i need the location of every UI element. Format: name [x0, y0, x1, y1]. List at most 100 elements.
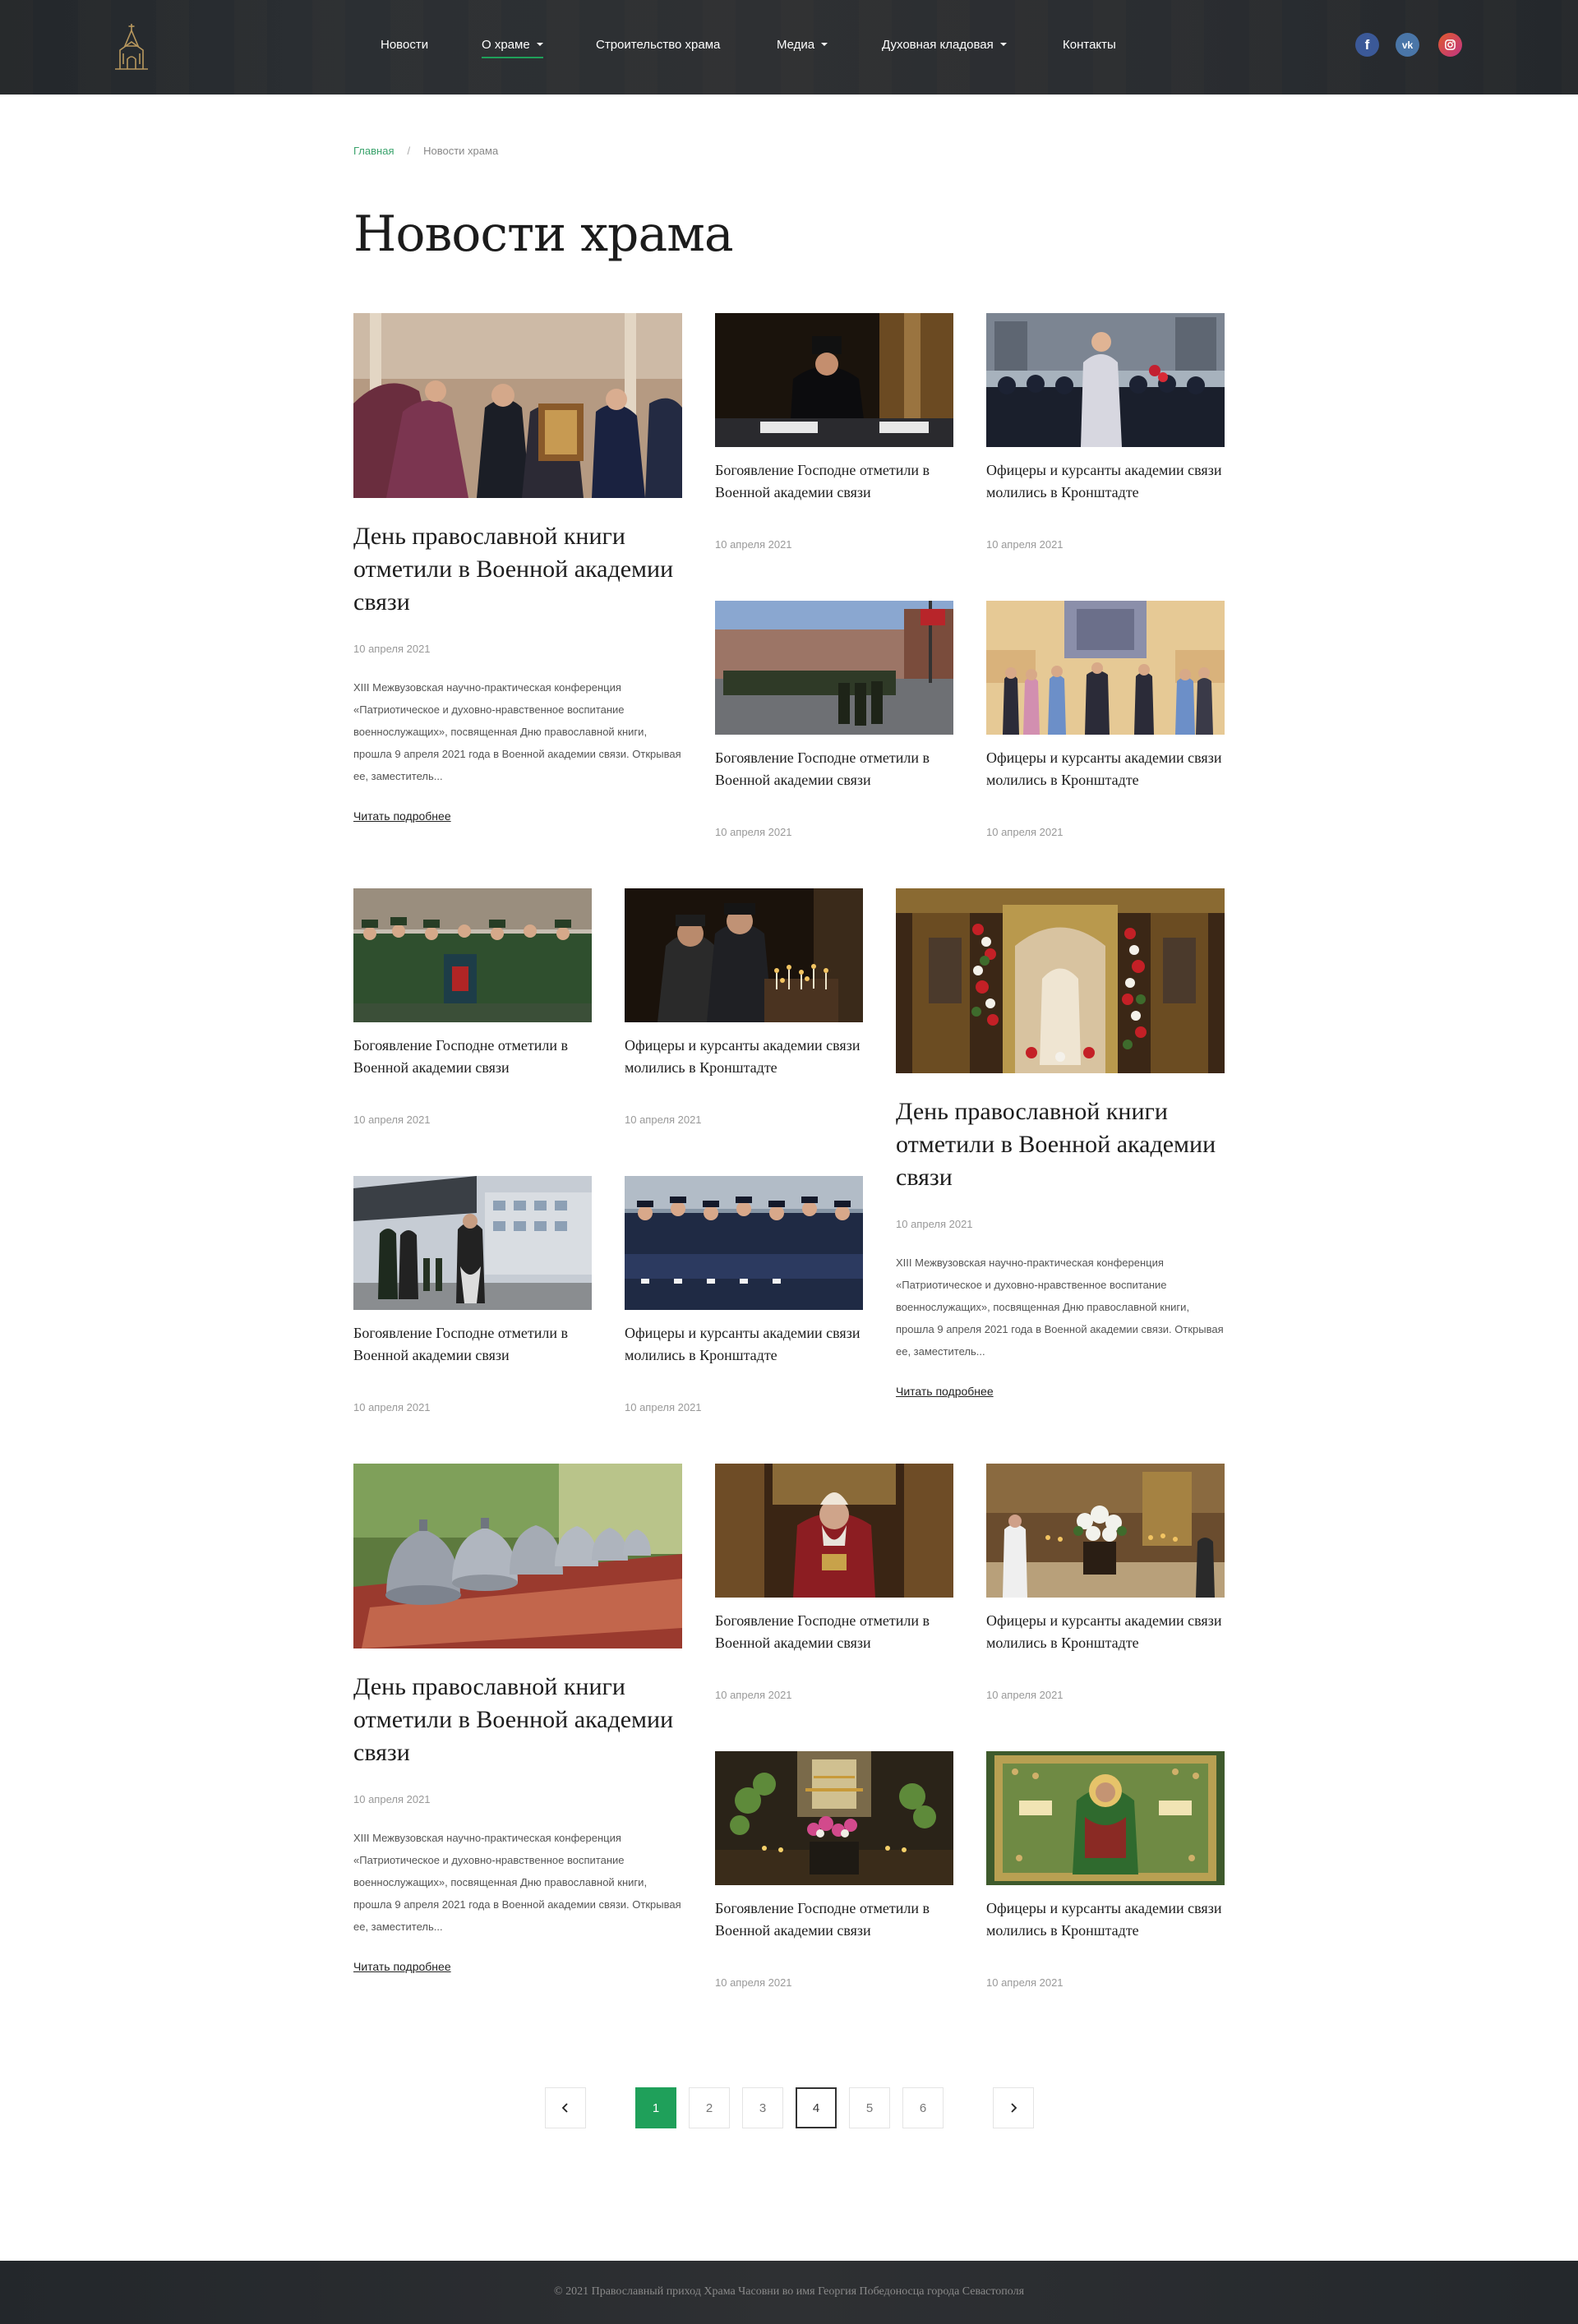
news-date: 10 апреля 2021 [715, 1689, 792, 1701]
breadcrumb-separator: / [407, 145, 411, 157]
news-photo [353, 888, 592, 1022]
news-excerpt: XIII Межвузовская научно-практическая ко… [353, 1832, 681, 1933]
news-title[interactable]: Офицеры и курсанты академии связи молили… [625, 1322, 863, 1367]
news-excerpt: XIII Межвузовская научно-практическая ко… [896, 1257, 1224, 1358]
news-date: 10 апреля 2021 [625, 1114, 702, 1126]
news-date: 10 апреля 2021 [625, 1401, 702, 1413]
pagination-page-4[interactable]: 4 [796, 2087, 837, 2128]
news-card-featured[interactable]: День православной книги отметили в Военн… [896, 888, 1225, 1406]
news-card-featured[interactable]: День православной книги отметили в Военн… [353, 1464, 682, 1981]
nav-contacts-label: Контакты [1063, 38, 1116, 52]
news-date: 10 апреля 2021 [715, 1976, 792, 1989]
news-photo [715, 601, 953, 735]
nav-news-label: Новости [381, 38, 429, 52]
pagination-page-5[interactable]: 5 [849, 2087, 890, 2128]
news-title[interactable]: Богоявление Господне отметили в Военной … [715, 1610, 953, 1654]
news-photo [986, 313, 1225, 447]
instagram-icon[interactable] [1438, 33, 1462, 57]
chevron-down-icon [536, 43, 543, 47]
news-title[interactable]: День православной книги отметили в Военн… [353, 520, 682, 619]
nav-construction[interactable]: Строительство храма [596, 38, 720, 52]
news-title[interactable]: День православной книги отметили в Военн… [896, 1095, 1225, 1194]
site-header: Новости О храме Строительство храма Меди… [0, 0, 1578, 95]
pagination-prev-button[interactable] [545, 2087, 586, 2128]
news-photo [625, 1176, 863, 1310]
news-title[interactable]: Офицеры и курсанты академии связи молили… [986, 747, 1225, 791]
news-photo [715, 313, 953, 447]
facebook-icon[interactable]: f [1355, 33, 1379, 57]
pagination-page-2[interactable]: 2 [689, 2087, 730, 2128]
news-excerpt: XIII Межвузовская научно-практическая ко… [353, 681, 681, 782]
nav-media[interactable]: Медиа [777, 38, 828, 52]
read-more-link[interactable]: Читать подробнее [896, 1385, 994, 1398]
breadcrumb: Главная / Новости храма [353, 145, 498, 157]
news-card[interactable]: Офицеры и курсанты академии связи молили… [986, 313, 1225, 560]
vk-icon[interactable]: vk [1396, 33, 1419, 57]
nav-about[interactable]: О храме [482, 38, 543, 58]
news-card[interactable]: Офицеры и курсанты академии связи молили… [986, 1751, 1225, 1998]
pagination: 1 2 3 4 5 6 [0, 2087, 1578, 2130]
news-title[interactable]: Офицеры и курсанты академии связи молили… [986, 1610, 1225, 1654]
news-card[interactable]: Офицеры и курсанты академии связи молили… [986, 601, 1225, 847]
read-more-link[interactable]: Читать подробнее [353, 1960, 451, 1973]
news-card[interactable]: Офицеры и курсанты академии связи молили… [625, 888, 863, 1135]
nav-construction-label: Строительство храма [596, 38, 721, 52]
news-card[interactable]: Богоявление Господне отметили в Военной … [353, 1176, 592, 1423]
news-photo [715, 1751, 953, 1885]
chevron-left-icon [561, 2103, 568, 2113]
news-card[interactable]: Офицеры и курсанты академии связи молили… [625, 1176, 863, 1423]
news-photo [896, 888, 1225, 1073]
nav-spiritual-label: Духовная кладовая [882, 38, 994, 52]
news-photo [715, 1464, 953, 1598]
news-title[interactable]: Офицеры и курсанты академии связи молили… [986, 1897, 1225, 1942]
news-card[interactable]: Богоявление Господне отметили в Военной … [715, 601, 953, 847]
nav-news[interactable]: Новости [381, 38, 428, 52]
pagination-next-button[interactable] [993, 2087, 1034, 2128]
news-title[interactable]: Богоявление Господне отметили в Военной … [353, 1322, 592, 1367]
news-photo [986, 601, 1225, 735]
news-title[interactable]: Офицеры и курсанты академии связи молили… [986, 459, 1225, 504]
news-card[interactable]: Богоявление Господне отметили в Военной … [715, 1751, 953, 1998]
news-title[interactable]: Офицеры и курсанты академии связи молили… [625, 1035, 863, 1079]
news-title[interactable]: Богоявление Господне отметили в Военной … [715, 747, 953, 791]
news-card[interactable]: Богоявление Господне отметили в Военной … [353, 888, 592, 1135]
news-date: 10 апреля 2021 [896, 1218, 973, 1230]
news-title[interactable]: Богоявление Господне отметили в Военной … [353, 1035, 592, 1079]
breadcrumb-home-link[interactable]: Главная [353, 145, 394, 157]
news-date: 10 апреля 2021 [986, 538, 1064, 551]
news-card[interactable]: Богоявление Господне отметили в Военной … [715, 1464, 953, 1710]
news-date: 10 апреля 2021 [986, 1689, 1064, 1701]
nav-contacts[interactable]: Контакты [1063, 38, 1116, 52]
news-photo [353, 313, 682, 498]
page-title: Новости храма [353, 205, 734, 263]
read-more-link[interactable]: Читать подробнее [353, 809, 451, 823]
news-card[interactable]: Богоявление Господне отметили в Военной … [715, 313, 953, 560]
news-photo [625, 888, 863, 1022]
chevron-down-icon [821, 43, 828, 47]
nav-media-label: Медиа [777, 38, 815, 52]
chevron-down-icon [999, 43, 1007, 47]
news-date: 10 апреля 2021 [986, 1976, 1064, 1989]
news-photo [986, 1464, 1225, 1598]
pagination-page-3[interactable]: 3 [742, 2087, 783, 2128]
news-card[interactable]: Офицеры и курсанты академии связи молили… [986, 1464, 1225, 1710]
pagination-page-1[interactable]: 1 [635, 2087, 676, 2128]
news-date: 10 апреля 2021 [353, 1793, 431, 1805]
breadcrumb-current: Новости храма [423, 145, 499, 157]
news-title[interactable]: Богоявление Господне отметили в Военной … [715, 1897, 953, 1942]
nav-about-label: О храме [482, 38, 530, 52]
news-date: 10 апреля 2021 [353, 1401, 431, 1413]
news-date: 10 апреля 2021 [353, 643, 431, 655]
news-date: 10 апреля 2021 [353, 1114, 431, 1126]
news-date: 10 апреля 2021 [715, 826, 792, 838]
news-photo [353, 1464, 682, 1648]
news-title[interactable]: День православной книги отметили в Военн… [353, 1671, 682, 1769]
main-nav: Новости О храме Строительство храма Меди… [0, 0, 1578, 95]
news-title[interactable]: Богоявление Господне отметили в Военной … [715, 459, 953, 504]
news-card-featured[interactable]: День православной книги отметили в Военн… [353, 313, 682, 831]
news-photo [986, 1751, 1225, 1885]
pagination-page-6[interactable]: 6 [902, 2087, 944, 2128]
nav-spiritual[interactable]: Духовная кладовая [882, 38, 1007, 52]
news-date: 10 апреля 2021 [715, 538, 792, 551]
news-photo [353, 1176, 592, 1310]
